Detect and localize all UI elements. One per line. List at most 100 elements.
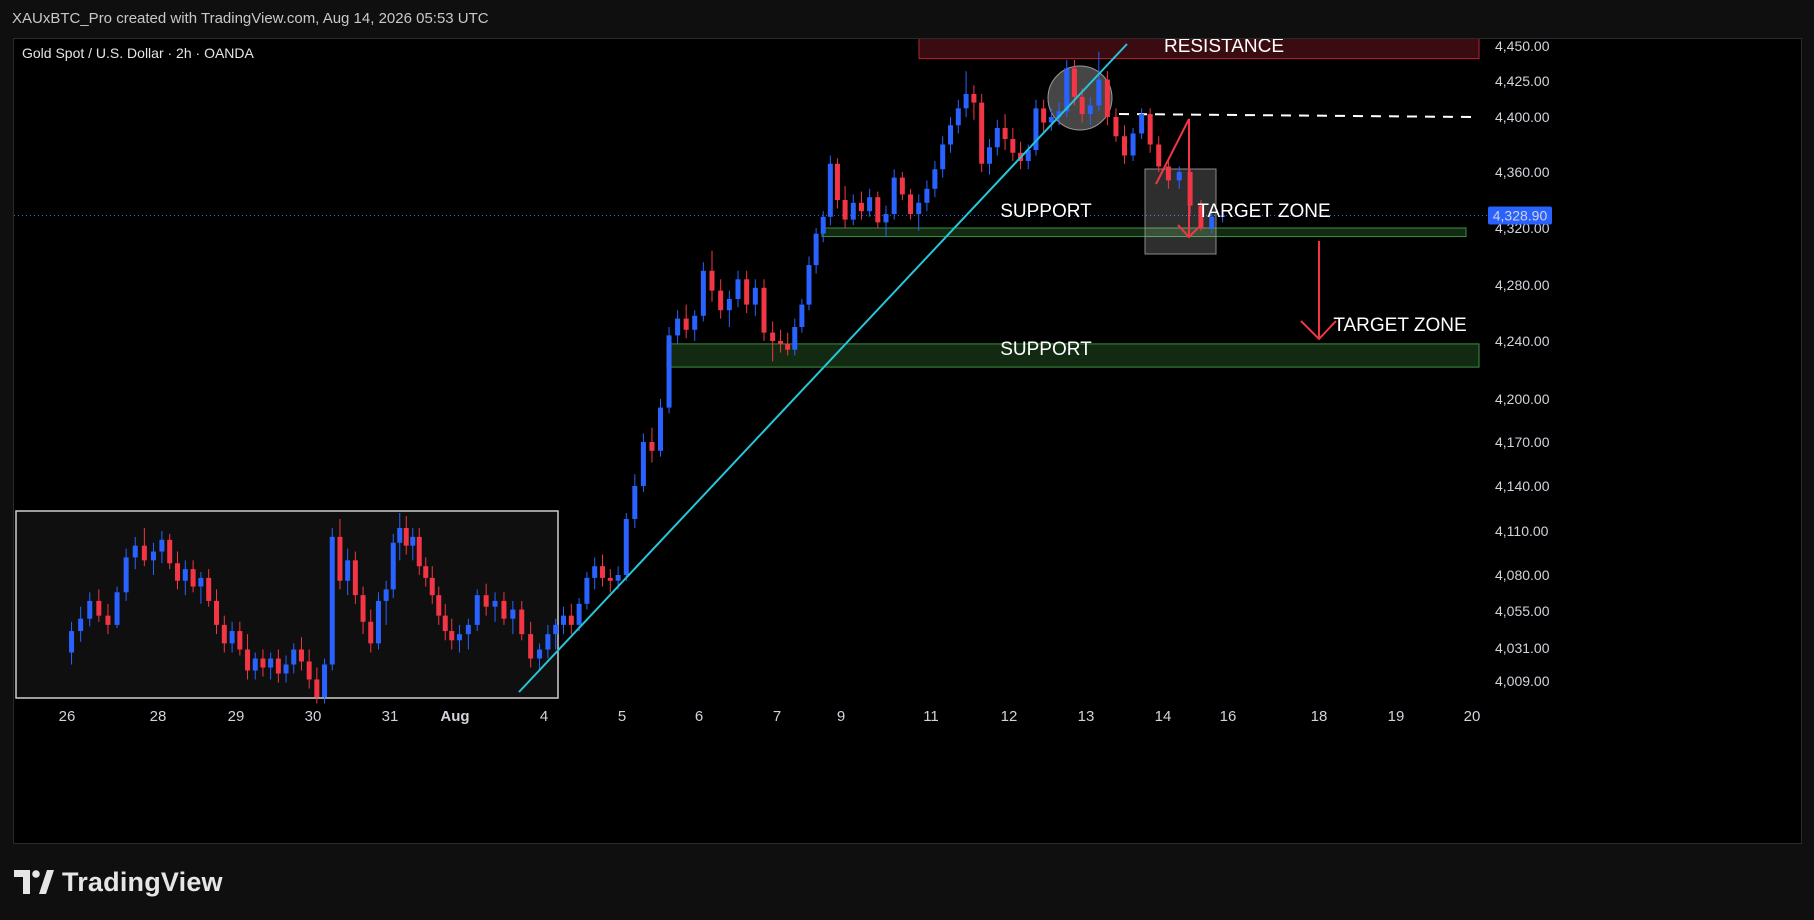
candle-body xyxy=(1002,128,1008,139)
candle-body xyxy=(390,542,396,590)
candle-body xyxy=(735,279,741,299)
chart-svg[interactable]: RESISTANCE SUPPORT SUPPORT TARGET ZONE TARGE… xyxy=(14,39,1802,844)
candle-body xyxy=(403,528,409,546)
candle-body xyxy=(834,163,840,200)
candle-body xyxy=(955,108,961,126)
candle-body xyxy=(1041,108,1047,123)
candle-body xyxy=(436,595,442,616)
candle-body xyxy=(883,214,889,223)
candle-body xyxy=(182,569,188,581)
candle-body xyxy=(429,577,435,596)
x-tick-label: 31 xyxy=(382,708,399,725)
candle-body xyxy=(96,600,102,616)
candle-body xyxy=(718,290,724,311)
x-tick-label: Aug xyxy=(440,708,469,725)
y-tick-label: 4,080.00 xyxy=(1495,567,1550,583)
candle-body xyxy=(813,233,819,266)
candle-body xyxy=(314,679,320,698)
candle-body xyxy=(692,315,698,330)
y-tick-label: 4,360.00 xyxy=(1495,164,1550,180)
candle-body xyxy=(1165,166,1171,181)
candle-body xyxy=(932,169,938,189)
candle-body xyxy=(283,664,289,674)
trendline xyxy=(518,43,1128,693)
candle-body xyxy=(778,341,784,344)
y-tick-label: 4,031.00 xyxy=(1495,640,1550,656)
candle-body xyxy=(584,577,590,604)
candle-body xyxy=(1139,114,1145,134)
candle-body xyxy=(368,621,374,644)
candle-body xyxy=(850,202,856,220)
candle-body xyxy=(260,658,266,668)
candle-body xyxy=(337,536,343,581)
candle-body xyxy=(1147,114,1153,145)
candle-body xyxy=(827,163,833,217)
candle-body xyxy=(237,631,243,650)
candle-body xyxy=(449,631,455,641)
candle-body xyxy=(159,539,165,552)
candle-body xyxy=(649,442,655,451)
tradingview-logo[interactable]: TradingView xyxy=(14,866,223,898)
candle-body xyxy=(150,551,156,561)
y-tick-label: 4,055.00 xyxy=(1495,603,1550,619)
dashed-level-line xyxy=(1118,113,1472,118)
candle-body xyxy=(123,557,129,593)
candle-body xyxy=(545,634,551,650)
candle-body xyxy=(519,609,525,635)
candle-body xyxy=(891,177,897,214)
x-tick-label: 6 xyxy=(695,708,703,725)
y-tick-label: 4,009.00 xyxy=(1495,673,1550,689)
candle-body xyxy=(600,566,605,578)
candle-body xyxy=(806,265,812,305)
candle-body xyxy=(275,658,281,674)
target-zone-label-2: TARGET ZONE xyxy=(1333,315,1466,336)
candle-body xyxy=(709,270,715,291)
candle-body xyxy=(820,216,826,234)
candle-body xyxy=(360,595,366,622)
candle-body xyxy=(383,589,389,601)
candle-body xyxy=(132,545,138,558)
x-tick-label: 26 xyxy=(59,708,76,725)
candle-body xyxy=(842,200,848,220)
candle-body xyxy=(492,600,498,607)
candle-body xyxy=(568,615,574,625)
candle-body xyxy=(683,318,689,330)
candle-body xyxy=(423,566,429,578)
candle-body xyxy=(114,592,120,625)
candle-body xyxy=(700,270,706,316)
candle-body xyxy=(940,144,946,170)
candle-body xyxy=(329,536,335,665)
y-tick-label: 4,140.00 xyxy=(1495,478,1550,494)
candle-body xyxy=(726,299,732,311)
candle-body xyxy=(607,577,613,581)
candle-body xyxy=(770,332,776,341)
candle-body xyxy=(198,577,204,587)
chart-area[interactable]: RESISTANCE SUPPORT SUPPORT TARGET ZONE TARGE… xyxy=(13,38,1802,844)
candle-body xyxy=(352,560,358,596)
candle-body xyxy=(979,102,985,164)
x-tick-label: 16 xyxy=(1220,708,1237,725)
candle-body xyxy=(858,202,864,212)
x-tick-label: 12 xyxy=(1001,708,1018,725)
candle-body xyxy=(908,194,914,214)
candle-body xyxy=(875,197,881,223)
candle-body xyxy=(69,631,75,653)
candle-body xyxy=(1079,96,1085,115)
x-tick-label: 20 xyxy=(1464,708,1481,725)
symbol-title: Gold Spot / U.S. Dollar · 2h · OANDA xyxy=(22,45,254,61)
candle-body xyxy=(615,575,621,581)
candle-body xyxy=(322,664,328,698)
support-label-lower: SUPPORT xyxy=(1000,339,1092,360)
candle-body xyxy=(675,318,681,336)
candle-body xyxy=(971,93,977,103)
x-tick-label: 29 xyxy=(228,708,245,725)
candle-body xyxy=(345,560,351,581)
candle-body xyxy=(416,536,422,567)
candle-body xyxy=(623,519,629,575)
candle-body xyxy=(867,197,873,212)
support-label-upper: SUPPORT xyxy=(1000,201,1092,222)
candle-body xyxy=(899,177,905,195)
candle-body xyxy=(987,147,992,164)
x-tick-label: 30 xyxy=(305,708,322,725)
candle-body xyxy=(306,661,312,680)
